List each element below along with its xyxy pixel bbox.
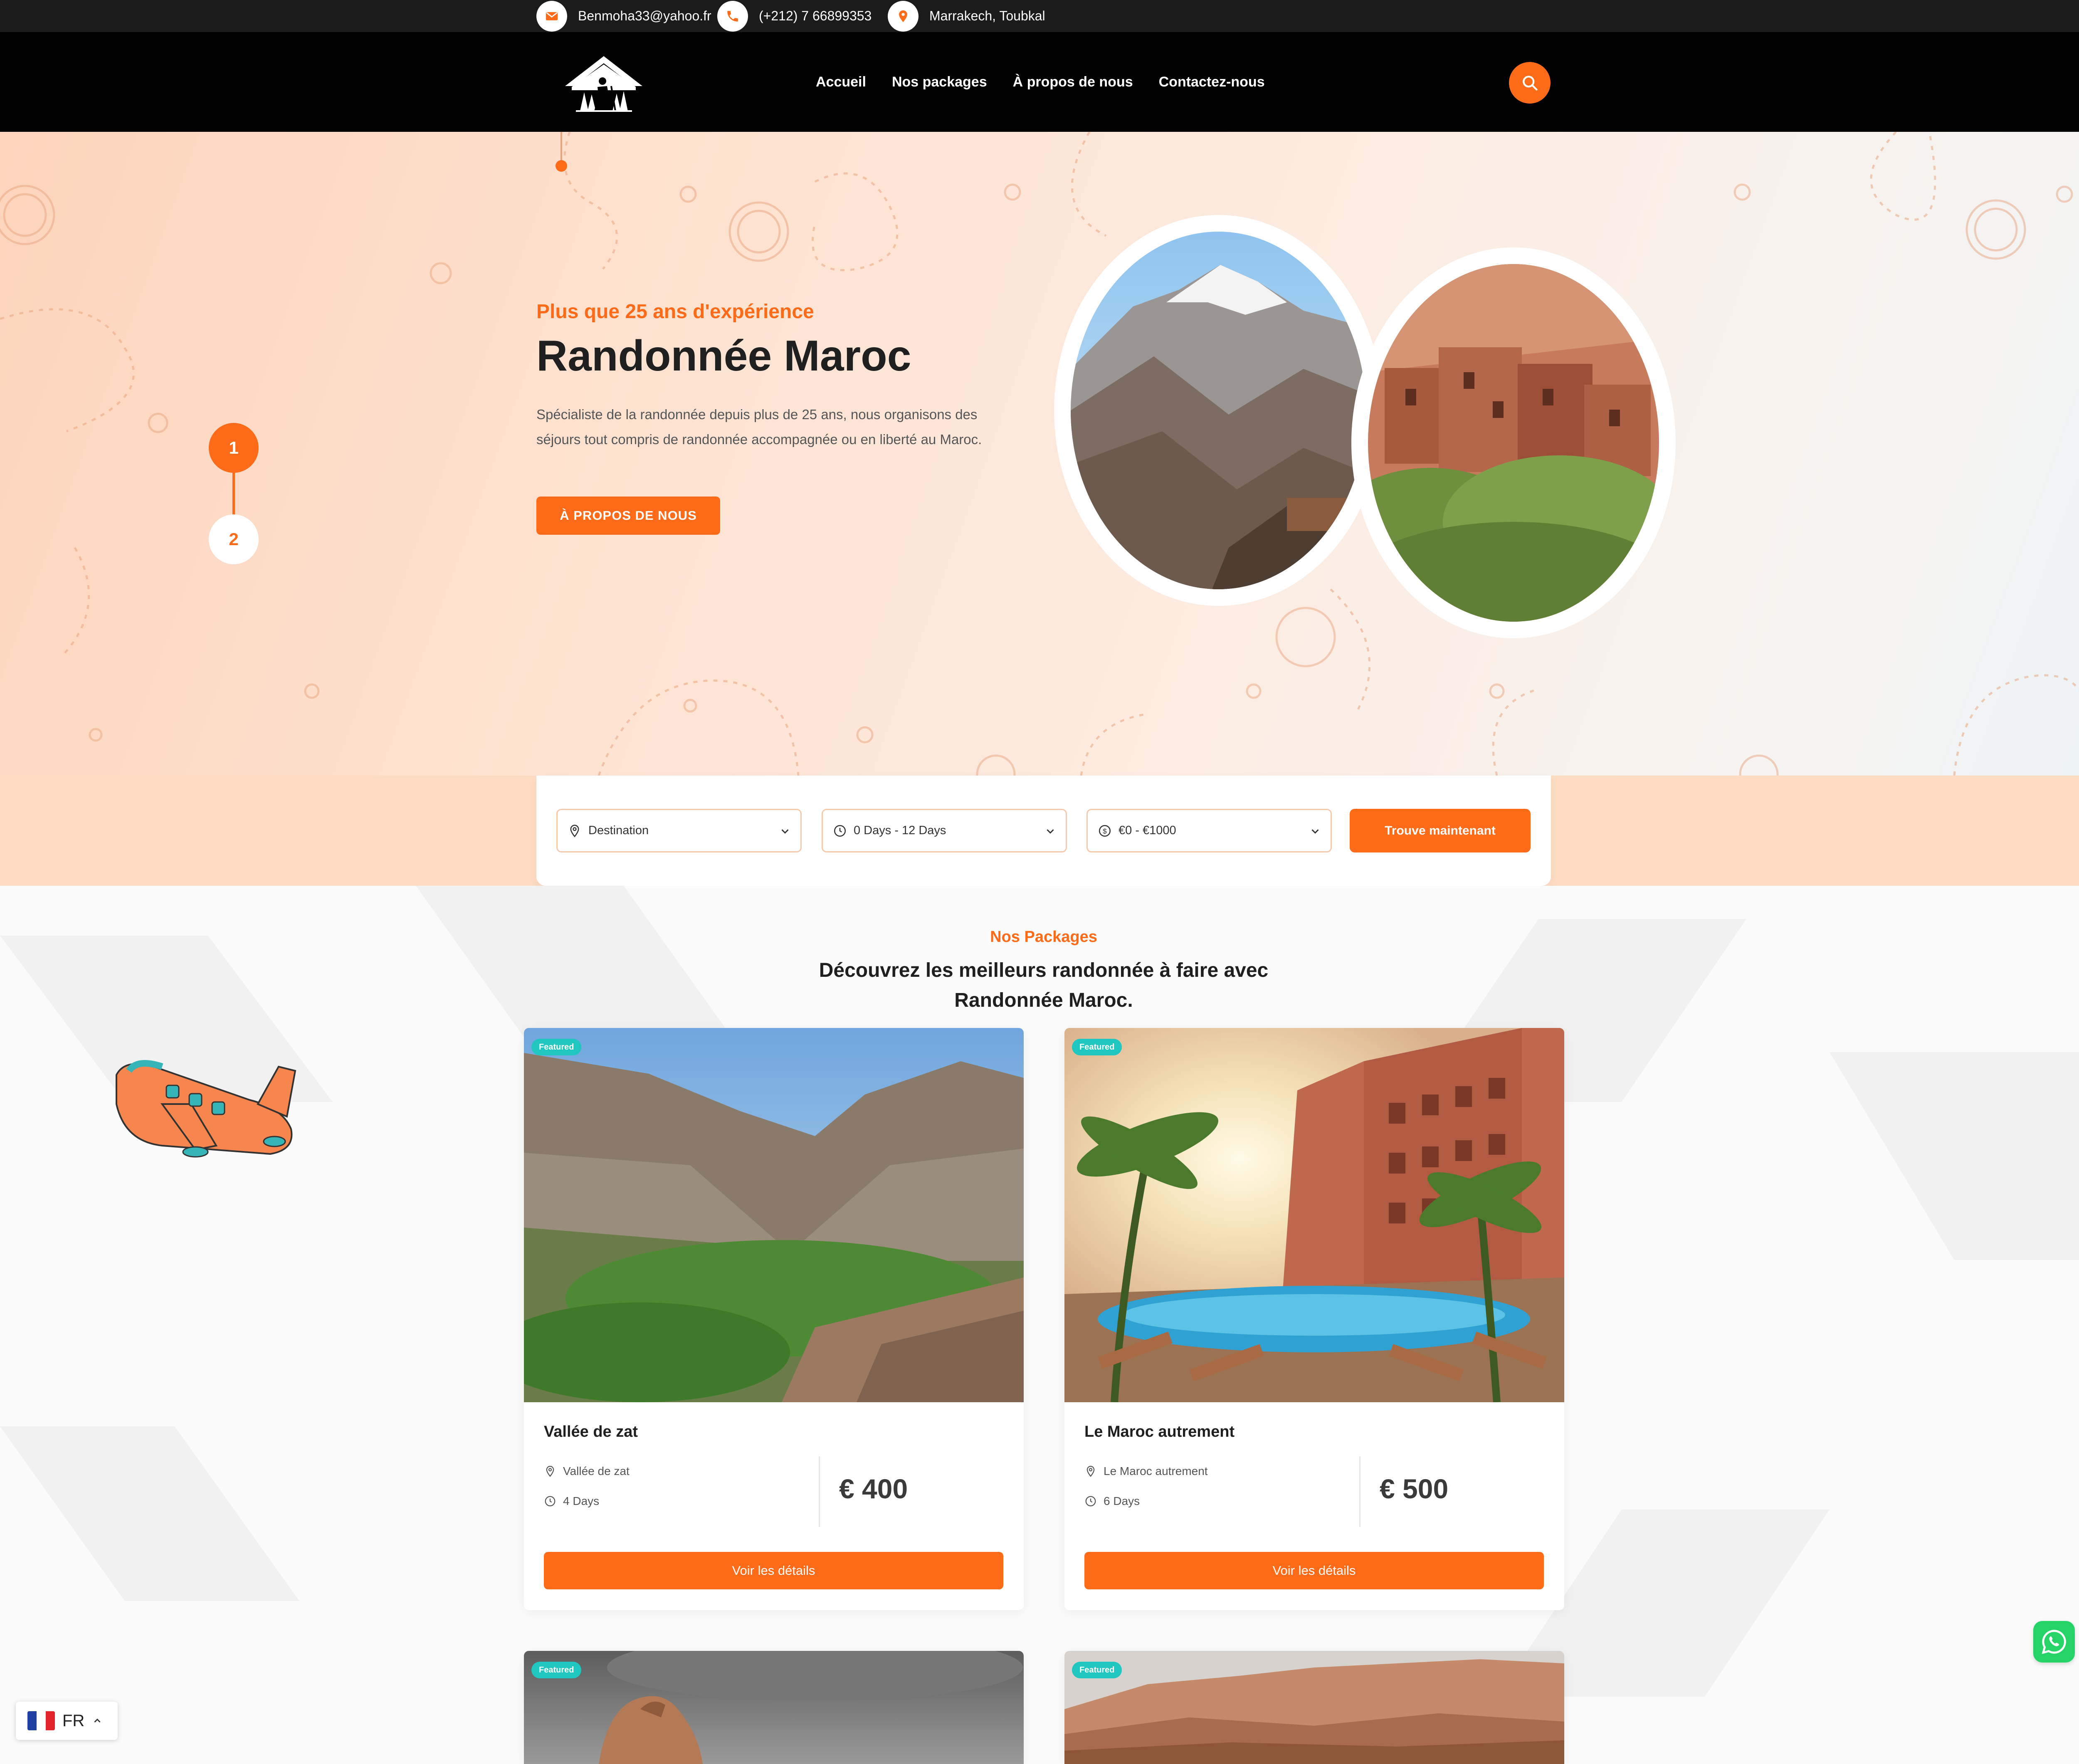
trip-search-form: Destination 0 Days - 12 Days $ €0 - €100… xyxy=(536,776,1551,886)
location-icon xyxy=(1086,1465,1095,1477)
packages-subtitle: Nos Packages xyxy=(990,928,1097,946)
package-title[interactable]: Vallée de zat xyxy=(544,1423,638,1441)
packages-title: Découvrez les meilleurs randonnée à fair… xyxy=(819,959,1269,1011)
package-duration: 6 Days xyxy=(1084,1495,1140,1508)
contact-email[interactable]: Benmoha33@yahoo.fr xyxy=(536,0,711,32)
view-details-button[interactable]: Voir les détails xyxy=(544,1552,1003,1589)
chevron-down-icon xyxy=(1311,829,1319,834)
package-card[interactable]: Featured Vallée de zat Vallée de zat 4 D… xyxy=(524,1028,1024,1610)
clock-icon xyxy=(545,1496,556,1507)
contact-phone[interactable]: (+212) 7 66899353 xyxy=(717,0,872,32)
whatsapp-button[interactable] xyxy=(2033,1621,2075,1663)
package-location: Le Maroc autrement xyxy=(1084,1465,1208,1478)
dollar-icon: $ xyxy=(1099,825,1111,837)
package-card[interactable]: Featured xyxy=(524,1651,1024,1764)
find-now-button[interactable]: Trouve maintenant xyxy=(1350,809,1531,852)
featured-badge: Featured xyxy=(531,1662,582,1678)
contact-location-text: Marrakech, Toubkal xyxy=(929,8,1045,23)
svg-text:$: $ xyxy=(1103,827,1107,835)
chevron-down-icon xyxy=(1047,829,1054,834)
location-icon xyxy=(546,1465,554,1477)
duration-select[interactable]: 0 Days - 12 Days xyxy=(822,809,1067,852)
envelope-icon xyxy=(536,0,567,32)
featured-badge: Featured xyxy=(531,1039,582,1055)
package-image[interactable] xyxy=(1064,1651,1564,1764)
budget-value: €0 - €1000 xyxy=(1119,824,1176,837)
phone-icon xyxy=(717,0,748,32)
featured-badge: Featured xyxy=(1072,1662,1122,1678)
hero-image-kasbah xyxy=(1351,247,1676,638)
language-code: FR xyxy=(62,1711,85,1730)
packages-background xyxy=(0,886,2079,1764)
map-pin-icon xyxy=(888,0,919,32)
nav-links: Accueil Nos packages À propos de nous Co… xyxy=(816,32,1265,132)
about-us-button[interactable]: À PROPOS DE NOUS xyxy=(536,497,720,535)
chevron-down-icon xyxy=(781,829,789,834)
package-location: Vallée de zat xyxy=(544,1465,630,1478)
package-duration-text: 4 Days xyxy=(563,1495,600,1507)
package-image[interactable] xyxy=(524,1651,1024,1764)
location-icon xyxy=(570,824,579,837)
card-divider xyxy=(819,1456,820,1527)
featured-badge: Featured xyxy=(1072,1039,1122,1055)
search-button[interactable] xyxy=(1509,62,1551,104)
package-duration: 4 Days xyxy=(544,1495,599,1508)
package-duration-text: 6 Days xyxy=(1104,1495,1140,1507)
slider-connector xyxy=(232,472,235,515)
package-image[interactable] xyxy=(524,1028,1024,1402)
nav-a-propos[interactable]: À propos de nous xyxy=(1013,74,1133,90)
hero-title: Randonnée Maroc xyxy=(536,332,911,380)
destination-value: Destination xyxy=(588,824,649,837)
package-location-text: Vallée de zat xyxy=(563,1465,630,1477)
main-navbar: Accueil Nos packages À propos de nous Co… xyxy=(0,32,2079,132)
budget-select[interactable]: $ €0 - €1000 xyxy=(1086,809,1332,852)
package-card[interactable]: Featured Le Maroc autrement Le Maroc aut… xyxy=(1064,1028,1564,1610)
contact-phone-text: (+212) 7 66899353 xyxy=(759,8,872,23)
hero-section: Plus que 25 ans d'expérience Randonnée M… xyxy=(0,132,2079,776)
airplane-illustration xyxy=(116,1060,296,1158)
hero-decoration xyxy=(0,132,2079,776)
slide-dot-1[interactable]: 1 xyxy=(209,423,259,473)
nav-accueil[interactable]: Accueil xyxy=(816,74,866,90)
package-price: € 500 xyxy=(1380,1473,1449,1504)
package-title[interactable]: Le Maroc autrement xyxy=(1084,1423,1235,1441)
site-logo[interactable] xyxy=(559,53,649,115)
nav-contact[interactable]: Contactez-nous xyxy=(1159,74,1265,90)
search-icon xyxy=(1523,76,1538,91)
language-switcher[interactable]: FR xyxy=(16,1702,118,1740)
france-flag-icon xyxy=(27,1711,55,1730)
package-image[interactable] xyxy=(1064,1028,1564,1402)
top-contact-bar: Benmoha33@yahoo.fr (+212) 7 66899353 Mar… xyxy=(0,0,2079,32)
package-card[interactable]: Featured xyxy=(1064,1651,1564,1764)
card-divider xyxy=(1359,1456,1360,1527)
contact-location[interactable]: Marrakech, Toubkal xyxy=(888,0,1045,32)
clock-icon xyxy=(834,825,846,837)
package-location-text: Le Maroc autrement xyxy=(1104,1465,1208,1477)
nav-nos-packages[interactable]: Nos packages xyxy=(892,74,987,90)
view-details-button[interactable]: Voir les détails xyxy=(1084,1552,1544,1589)
duration-value: 0 Days - 12 Days xyxy=(854,824,946,837)
destination-select[interactable]: Destination xyxy=(556,809,802,852)
hero-image-mountain xyxy=(1054,215,1383,606)
slide-dot-2[interactable]: 2 xyxy=(209,514,259,564)
hero-description: Spécialiste de la randonnée depuis plus … xyxy=(536,407,982,447)
clock-icon xyxy=(1085,1496,1096,1507)
chevron-up-icon xyxy=(94,1718,101,1723)
contact-email-text: Benmoha33@yahoo.fr xyxy=(578,8,711,23)
package-price: € 400 xyxy=(839,1473,908,1504)
packages-pattern xyxy=(0,886,2079,1697)
whatsapp-icon xyxy=(2042,1630,2066,1654)
hero-subtitle: Plus que 25 ans d'expérience xyxy=(536,301,814,323)
